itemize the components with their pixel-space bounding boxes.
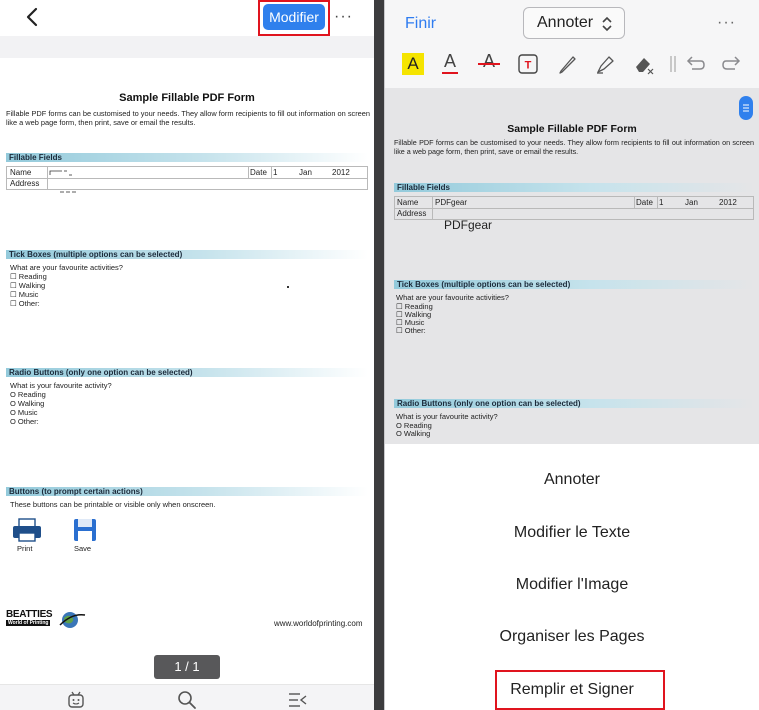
search-icon[interactable] xyxy=(177,690,197,710)
name-label: Name xyxy=(10,168,32,177)
split-view-divider[interactable] xyxy=(374,0,384,710)
tick-option-other[interactable]: ☐ Other: xyxy=(396,326,426,335)
radio-question: What is your favourite activity? xyxy=(10,381,112,390)
buttons-description: These buttons can be printable or visibl… xyxy=(10,500,216,509)
tick-question: What are your favourite activities? xyxy=(10,263,123,272)
radio-option-walking[interactable]: O Walking xyxy=(10,399,44,408)
radio-option-walking[interactable]: O Walking xyxy=(396,429,430,438)
textbox-tool-icon[interactable]: T xyxy=(517,53,539,75)
tick-option-walking[interactable]: ☐ Walking xyxy=(10,281,45,290)
ai-assistant-icon[interactable] xyxy=(66,689,86,709)
brand-tagline: World of Printing xyxy=(6,620,51,626)
date-month-field[interactable]: Jan xyxy=(299,168,312,177)
table-col-divider xyxy=(248,167,249,178)
scroll-handle[interactable] xyxy=(739,96,753,120)
address-field[interactable] xyxy=(50,178,367,188)
mode-menu-sheet: Annoter Modifier le Texte Modifier l'Ima… xyxy=(385,444,759,710)
right-top-bar: Finir Annoter ··· A A A T xyxy=(385,0,759,88)
done-button[interactable]: Finir xyxy=(405,15,436,33)
date-day-field[interactable]: 1 xyxy=(273,168,277,177)
date-month-field[interactable]: Jan xyxy=(685,198,698,207)
tick-boxes-header: Tick Boxes (multiple options can be sele… xyxy=(394,280,754,289)
tick-option-other[interactable]: ☐ Other: xyxy=(10,299,40,308)
page-indicator: 1 / 1 xyxy=(154,655,220,679)
up-down-chevron-icon xyxy=(602,16,612,32)
mode-selector-label: Annoter xyxy=(537,14,594,31)
tick-option-music[interactable]: ☐ Music xyxy=(10,290,38,299)
modify-button-highlight-box xyxy=(258,0,330,36)
globe-icon xyxy=(59,612,86,628)
right-pdf-page: Sample Fillable PDF Form Fillable PDF fo… xyxy=(385,88,759,444)
menu-item-organize-pages[interactable]: Organiser les Pages xyxy=(385,611,759,663)
beatties-logo: BEATTIES World of Printing xyxy=(6,609,88,631)
date-label: Date xyxy=(250,168,267,177)
left-top-bar: Modifier ··· xyxy=(0,0,374,36)
date-label: Date xyxy=(636,198,653,207)
radio-buttons-header: Radio Buttons (only one option can be se… xyxy=(6,368,368,377)
redo-icon[interactable] xyxy=(722,53,744,75)
date-year-field[interactable]: 2012 xyxy=(332,168,350,177)
table-col-divider xyxy=(432,197,433,219)
more-options-icon[interactable]: ··· xyxy=(717,14,736,32)
tick-boxes-header: Tick Boxes (multiple options can be sele… xyxy=(6,250,368,259)
stray-dot xyxy=(287,286,289,288)
save-icon[interactable] xyxy=(73,518,97,542)
text-cursor-mark xyxy=(49,170,76,193)
eraser-tool-icon[interactable] xyxy=(633,53,655,75)
menu-item-edit-image[interactable]: Modifier l'Image xyxy=(385,559,759,611)
table-col-divider xyxy=(634,197,635,208)
save-label: Save xyxy=(74,544,92,553)
more-options-icon[interactable]: ··· xyxy=(334,8,353,26)
tick-question: What are your favourite activities? xyxy=(396,293,509,302)
fillable-fields-table: Name PDFgear Date 1 Jan 2012 Address xyxy=(394,196,754,220)
form-title: Sample Fillable PDF Form xyxy=(119,92,255,104)
underline-text-tool-icon[interactable]: A xyxy=(439,51,461,75)
strikethrough-text-tool-icon[interactable]: A xyxy=(478,51,500,75)
brand-name: BEATTIES xyxy=(6,609,53,620)
radio-buttons-header: Radio Buttons (only one option can be se… xyxy=(394,399,754,408)
website-url: www.worldofprinting.com xyxy=(274,619,363,628)
name-label: Name xyxy=(397,198,419,207)
form-title: Sample Fillable PDF Form xyxy=(507,123,637,135)
address-label: Address xyxy=(397,209,427,218)
print-label: Print xyxy=(17,544,33,553)
marker-tool-icon[interactable] xyxy=(594,53,616,75)
radio-option-reading[interactable]: O Reading xyxy=(10,390,46,399)
form-intro: Fillable PDF forms can be customised to … xyxy=(6,109,370,127)
highlight-text-tool-icon[interactable]: A xyxy=(402,53,424,75)
svg-text:T: T xyxy=(525,60,532,72)
table-row-divider xyxy=(395,208,753,209)
buttons-section-header: Buttons (to prompt certain actions) xyxy=(6,487,368,496)
radio-option-other[interactable]: O Other: xyxy=(10,417,39,426)
pencil-tool-icon[interactable] xyxy=(556,53,578,75)
address-label: Address xyxy=(10,179,40,188)
date-day-field[interactable]: 1 xyxy=(659,198,663,207)
fill-and-sign-highlight-box xyxy=(495,670,665,710)
date-year-field[interactable]: 2012 xyxy=(719,198,737,207)
left-bottom-toolbar xyxy=(0,684,374,710)
outline-list-icon[interactable] xyxy=(288,691,308,709)
right-pane: Finir Annoter ··· A A A T Sample Fillabl… xyxy=(385,0,759,710)
scroll-handle-lines-icon xyxy=(743,104,749,112)
fillable-fields-header: Fillable Fields xyxy=(6,153,368,162)
undo-icon[interactable] xyxy=(683,53,705,75)
radio-question: What is your favourite activity? xyxy=(396,412,498,421)
table-col-divider xyxy=(271,167,272,178)
radio-option-music[interactable]: O Music xyxy=(10,408,38,417)
left-pane: Modifier ··· Sample Fillable PDF Form Fi… xyxy=(0,0,374,710)
table-col-divider xyxy=(657,197,658,208)
menu-item-annotate[interactable]: Annoter xyxy=(385,454,759,506)
added-text-annotation[interactable]: PDFgear xyxy=(444,218,492,232)
menu-item-edit-text[interactable]: Modifier le Texte xyxy=(385,507,759,559)
left-toolbar-band xyxy=(0,36,374,58)
print-icon[interactable] xyxy=(12,518,42,542)
fillable-fields-header: Fillable Fields xyxy=(394,183,754,192)
tick-option-reading[interactable]: ☐ Reading xyxy=(10,272,47,281)
back-chevron-icon[interactable] xyxy=(22,6,44,28)
form-intro: Fillable PDF forms can be customised to … xyxy=(394,138,754,156)
name-field[interactable]: PDFgear xyxy=(435,198,467,207)
mode-selector-button[interactable]: Annoter xyxy=(523,7,625,39)
